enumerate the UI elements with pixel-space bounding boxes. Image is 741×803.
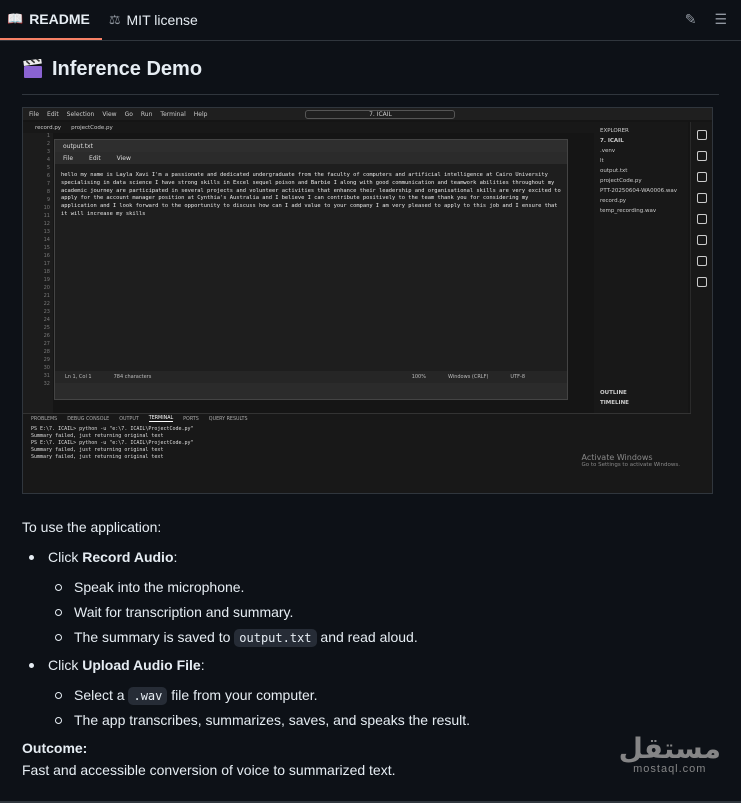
tab-license-label: MIT license xyxy=(126,12,198,28)
tab-readme-label: README xyxy=(29,11,90,27)
clapper-board-icon xyxy=(23,59,42,78)
readme-tab-bar: 📖 README ⚖ MIT license ✎ ☰ xyxy=(0,0,741,41)
page-title: Inference Demo xyxy=(22,53,719,95)
list-item: Click Upload Audio File: Select a .wav f… xyxy=(29,657,719,728)
list-item: The summary is saved to output.txt and r… xyxy=(55,629,719,647)
book-icon: 📖 xyxy=(7,11,24,26)
tab-license[interactable]: ⚖ MIT license xyxy=(102,0,210,40)
notepad-status: Ln 1, Col 1 784 characters 100% Windows (CR… xyxy=(55,371,567,383)
notepad-text: hello my name is Layla Xavi I'm a passio… xyxy=(55,164,567,371)
scale-icon: ⚖ xyxy=(108,12,121,27)
intro-text: To use the application: xyxy=(22,519,162,535)
outcome-text: Fast and accessible conversion of voice … xyxy=(22,762,396,778)
explorer-panel: EXPLORER 7. ICAIL .venv lt output.txt pr… xyxy=(594,122,688,422)
list-item: Click Record Audio: Speak into the micro… xyxy=(29,549,719,647)
demo-screenshot: File Edit Selection View Go Run Terminal Help 7… xyxy=(22,107,713,494)
mostaql-watermark: مستقل mostaql.com xyxy=(618,732,721,776)
page-title-text: Inference Demo xyxy=(52,57,203,80)
notepad-title: output.txt xyxy=(63,142,93,150)
vscode-menu-bar: File Edit Selection View Go Run Terminal Help 7… xyxy=(23,108,712,120)
notepad-window: output.txt File Edit View hello my name is… xyxy=(54,139,568,400)
line-gutter: 1 2 3 4 5 6 7 8 9 10 11 12 13 14 15 16 17 18 19 20 21 22 23 24 2… xyxy=(23,133,53,413)
list-item: Wait for transcription and summary. xyxy=(55,604,719,620)
list-icon[interactable]: ☰ xyxy=(714,11,727,28)
tab-readme[interactable]: 📖 README xyxy=(0,0,102,40)
list-item: Select a .wav file from your computer. xyxy=(55,687,719,705)
list-item: Speak into the microphone. xyxy=(55,579,719,595)
editor-tabs: record.py projectCode.py xyxy=(23,122,598,133)
outcome-section: Outcome: Fast and accessible conversion … xyxy=(22,740,719,778)
inline-code: output.txt xyxy=(234,629,317,647)
list-item: The app transcribes, summarizes, saves, … xyxy=(55,712,719,728)
activity-bar xyxy=(690,122,712,493)
activate-windows-notice: Activate Windows Go to Settings to activ… xyxy=(581,453,680,468)
pencil-icon[interactable]: ✎ xyxy=(685,11,697,28)
inline-code: .wav xyxy=(128,687,168,705)
vscode-search: 7. ICAIL xyxy=(305,109,456,119)
usage-list: Click Record Audio: Speak into the micro… xyxy=(22,549,719,728)
outcome-label: Outcome: xyxy=(22,740,88,756)
